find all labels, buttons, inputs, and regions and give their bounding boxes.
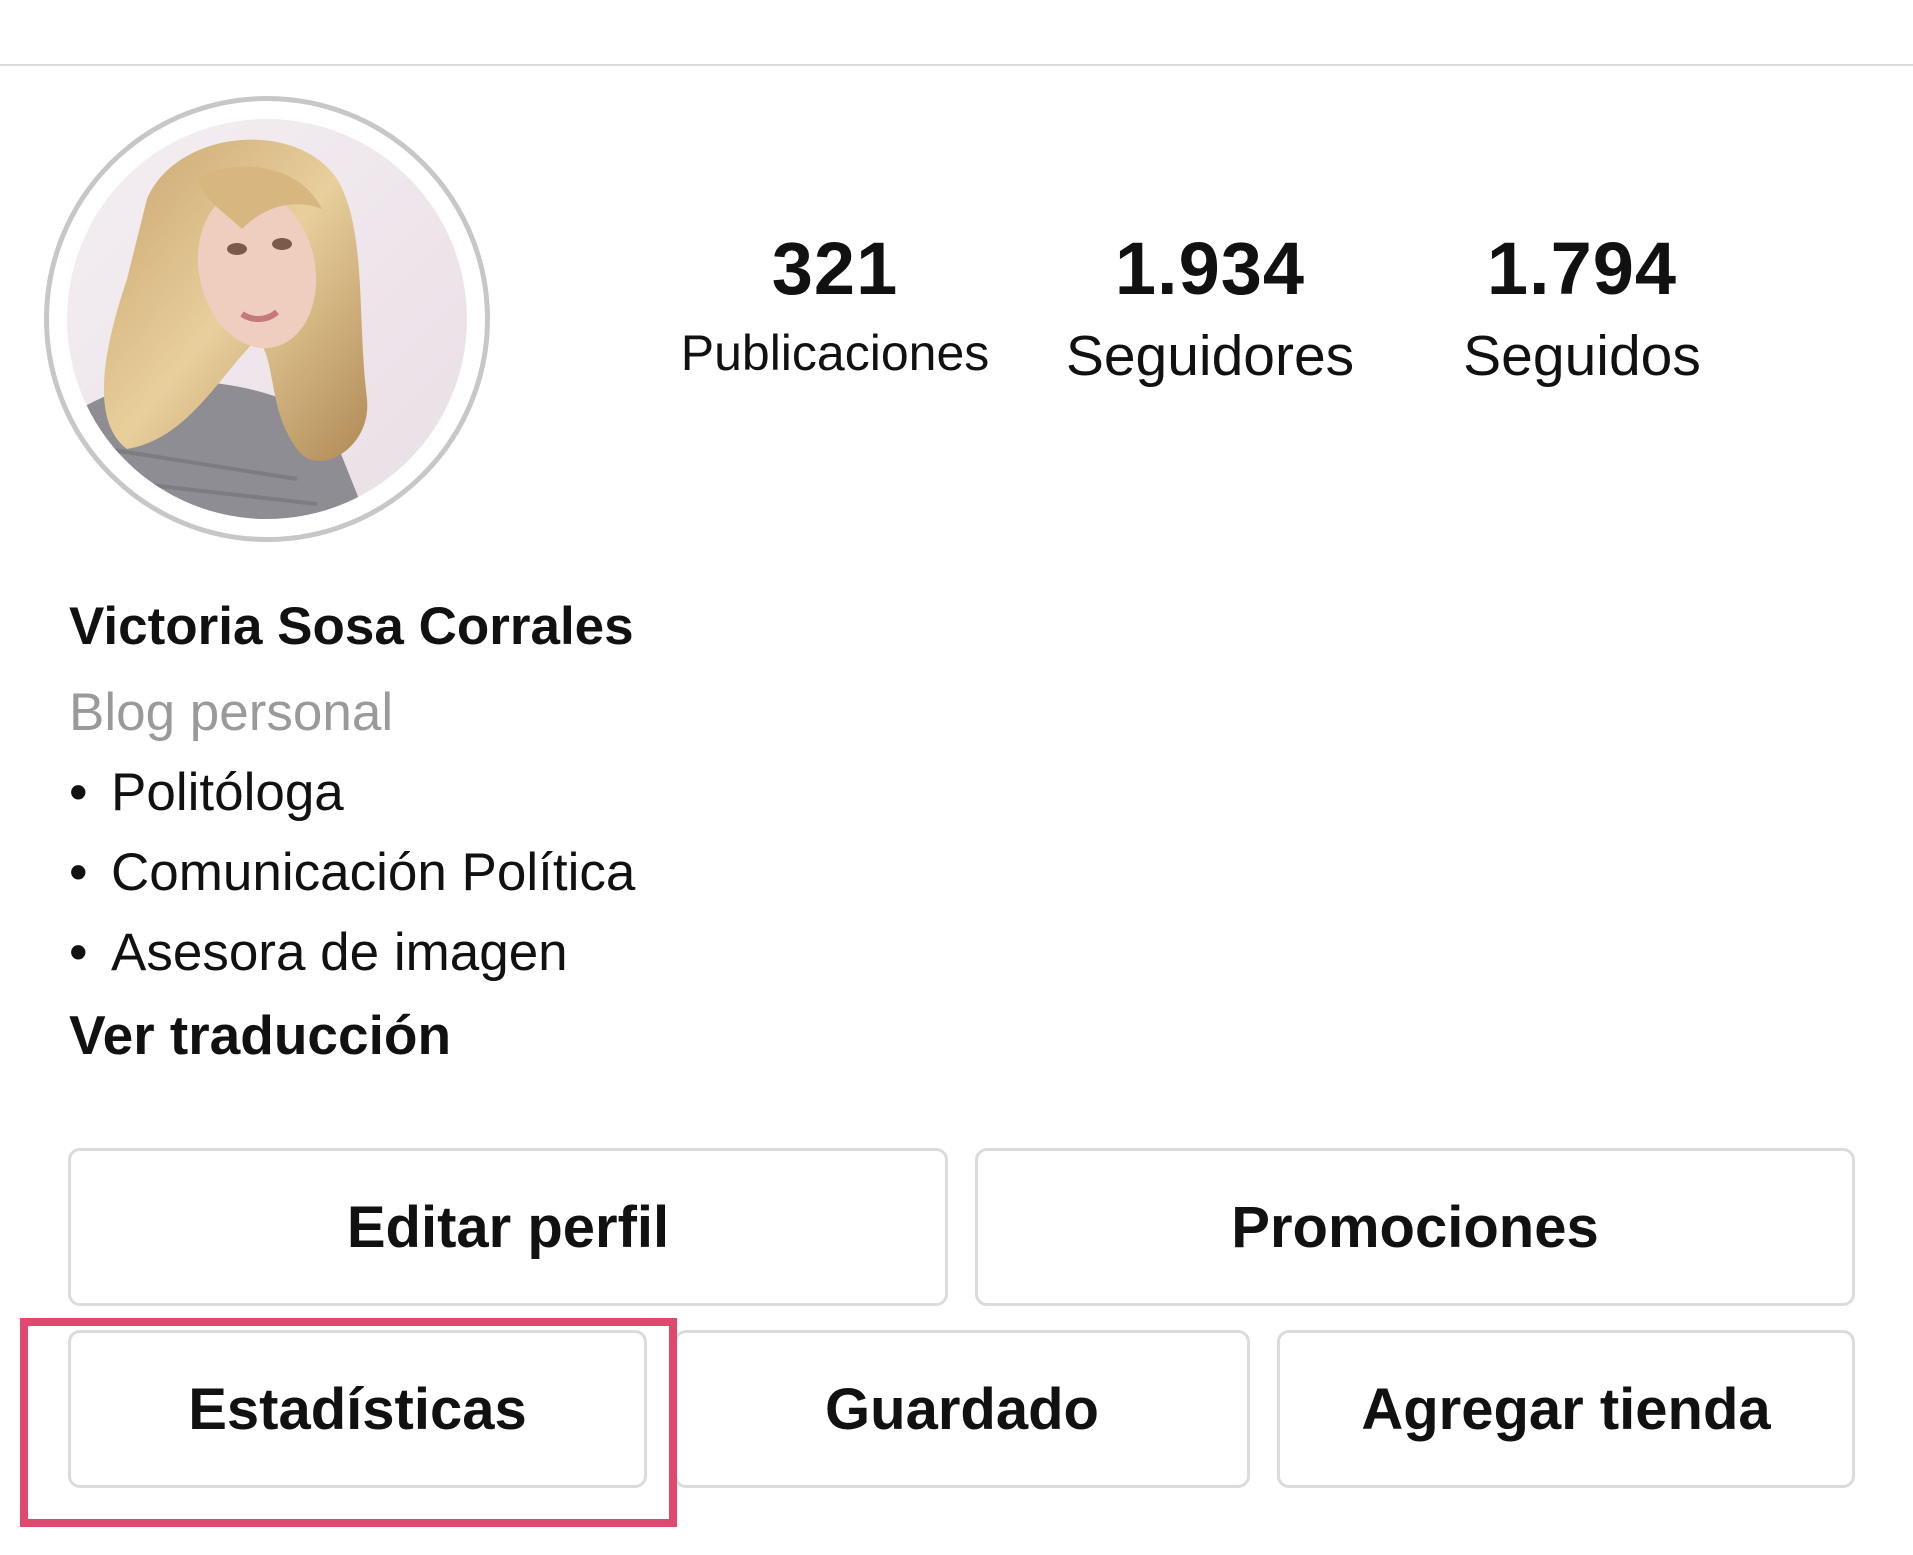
insights-button[interactable]: Estadísticas — [68, 1330, 647, 1488]
bullet: • — [69, 763, 88, 822]
following-count: 1.794 — [1486, 227, 1678, 310]
posts-label: Publicaciones — [680, 325, 990, 381]
profile-name: Victoria Sosa Corrales — [69, 597, 634, 656]
followers-count: 1.934 — [1114, 227, 1306, 310]
promotions-button[interactable]: Promociones — [975, 1148, 1855, 1306]
saved-button[interactable]: Guardado — [674, 1330, 1250, 1488]
bio-text: Asesora de imagen — [111, 923, 568, 982]
followers-label: Seguidores — [1065, 324, 1355, 388]
bullet: • — [69, 843, 88, 902]
top-divider — [0, 64, 1913, 66]
profile-category: Blog personal — [69, 683, 394, 742]
bio-line: • Asesora de imagen — [69, 926, 568, 979]
avatar[interactable] — [67, 119, 467, 519]
posts-count: 321 — [771, 227, 899, 310]
stat-following[interactable]: 1.794 Seguidos — [1402, 232, 1762, 385]
bio-text: Politóloga — [111, 763, 344, 822]
add-shop-button[interactable]: Agregar tienda — [1277, 1330, 1855, 1488]
profile-photo-icon — [67, 119, 467, 519]
bio-line: • Comunicación Política — [69, 846, 635, 899]
stat-posts[interactable]: 321 Publicaciones — [655, 227, 1015, 381]
stat-followers[interactable]: 1.934 Seguidores — [1030, 232, 1390, 385]
bio-text: Comunicación Política — [111, 843, 636, 902]
following-label: Seguidos — [1463, 324, 1701, 388]
bullet: • — [69, 923, 88, 982]
bio-line: • Politóloga — [69, 766, 344, 819]
see-translation-link[interactable]: Ver traducción — [69, 1008, 451, 1063]
edit-profile-button[interactable]: Editar perfil — [68, 1148, 948, 1306]
